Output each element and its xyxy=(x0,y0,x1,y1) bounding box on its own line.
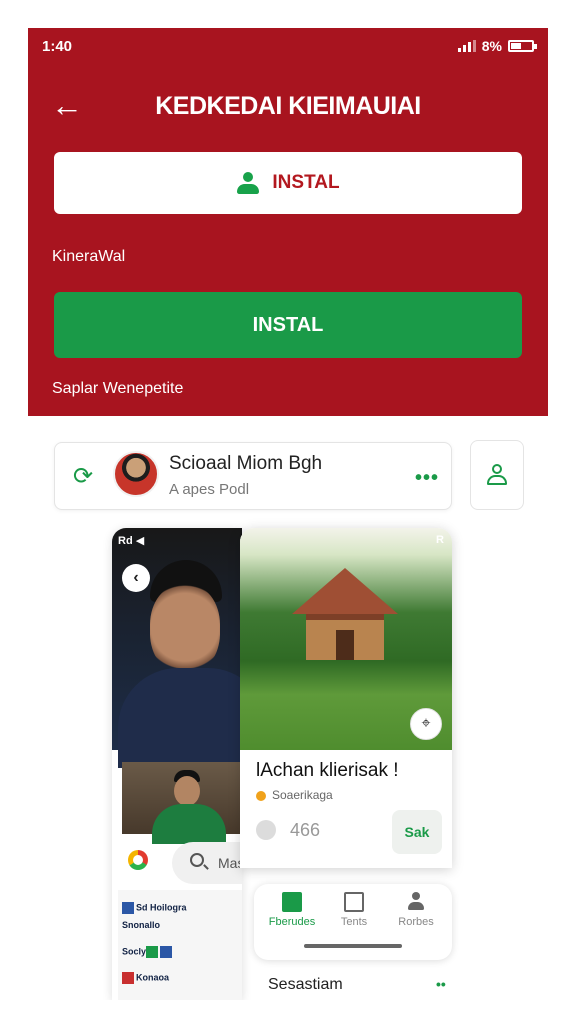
search-icon xyxy=(190,853,204,867)
news-row-1[interactable]: Sd Hoilogra xyxy=(122,902,187,914)
battery-percent: 8% xyxy=(481,38,502,54)
search-input[interactable]: Mas xyxy=(172,842,242,884)
nav-item-fberudes[interactable]: Fberudes xyxy=(262,892,322,928)
post-card[interactable]: R ⌖ lAchan klierisak ! Soaerikaga 466 Sa… xyxy=(240,528,452,868)
mail-icon xyxy=(344,892,364,912)
profile-card[interactable]: ⟳ Scioaal Miom Bgh A apes Podl ••• xyxy=(54,442,452,510)
install-button-primary[interactable]: INSTAL xyxy=(54,152,522,214)
locate-icon[interactable]: ⌖ xyxy=(410,708,442,740)
news-grid: Sd Hoilogra Snonallo Socly Konaoa xyxy=(118,890,242,1000)
battery-icon xyxy=(508,40,537,52)
user-icon xyxy=(406,892,426,912)
like-icon[interactable] xyxy=(256,820,276,840)
left-feed-panel: Rd ◀ ‹ Mas Sd Hoilogra Snonallo Socly Ko… xyxy=(112,528,242,1000)
color-ring-icon xyxy=(128,850,148,870)
install-button-secondary[interactable]: INSTAL xyxy=(54,292,522,358)
user-icon xyxy=(486,464,508,486)
status-right: 8% xyxy=(457,38,537,54)
book-icon xyxy=(282,892,302,912)
header-footer-text: Saplar Wenepetite xyxy=(52,380,184,397)
house-photo: R ⌖ xyxy=(240,528,452,750)
app-header: 1:40 8% ← KEDKEDAI KIEIMAUIAI INSTAL Kin… xyxy=(28,28,548,416)
nav-item-rorbes[interactable]: Rorbes xyxy=(386,892,446,928)
left-panel-status: Rd ◀ xyxy=(118,535,145,547)
video-thumbnail[interactable] xyxy=(122,762,242,844)
man-portrait-photo: Rd ◀ ‹ xyxy=(112,528,242,768)
battery-level xyxy=(511,43,521,49)
like-count: 466 xyxy=(290,820,321,840)
home-indicator xyxy=(304,944,402,948)
profile-name: Scioaal Miom Bgh xyxy=(169,453,323,474)
news-row-3[interactable]: Socly xyxy=(122,946,174,958)
back-arrow-icon[interactable]: ← xyxy=(50,87,84,123)
install-button-label: INSTAL xyxy=(272,172,340,193)
avatar[interactable] xyxy=(113,451,159,497)
section-label: KineraWal xyxy=(52,248,126,265)
news-row-2[interactable]: Snonallo xyxy=(122,920,160,931)
nav-item-tents[interactable]: Tents xyxy=(324,892,384,928)
signal-icon xyxy=(457,40,476,52)
post-subtitle: Soaerikaga xyxy=(256,788,333,802)
status-time: 1:40 xyxy=(42,37,73,55)
chevron-left-icon[interactable]: ‹ xyxy=(122,564,150,592)
sak-button[interactable]: Sak xyxy=(392,810,442,854)
more-dots-icon[interactable]: •• xyxy=(436,976,446,992)
card-status-text: R xyxy=(436,534,444,546)
page-title: KEDKEDAI KIEIMAUIAI xyxy=(155,92,421,120)
person-icon xyxy=(236,171,260,195)
install-button-secondary-label: INSTAL xyxy=(252,313,324,336)
bottom-caption: Sesastiam xyxy=(268,976,343,993)
user-profile-button[interactable] xyxy=(470,440,524,510)
refresh-icon[interactable]: ⟳ xyxy=(69,463,97,491)
news-row-4[interactable]: Konaoa xyxy=(122,972,169,984)
app-screen: 1:40 8% ← KEDKEDAI KIEIMAUIAI INSTAL Kin… xyxy=(28,28,548,1000)
post-title: lAchan klierisak ! xyxy=(256,760,399,781)
bottom-navigation: Fberudes Tents Rorbes xyxy=(254,884,452,960)
status-bar: 1:40 8% xyxy=(42,36,537,56)
profile-subtitle: A apes Podl xyxy=(169,481,250,498)
sun-icon xyxy=(256,790,266,801)
search-placeholder: Mas xyxy=(218,855,242,871)
more-options-icon[interactable]: ••• xyxy=(415,467,439,490)
